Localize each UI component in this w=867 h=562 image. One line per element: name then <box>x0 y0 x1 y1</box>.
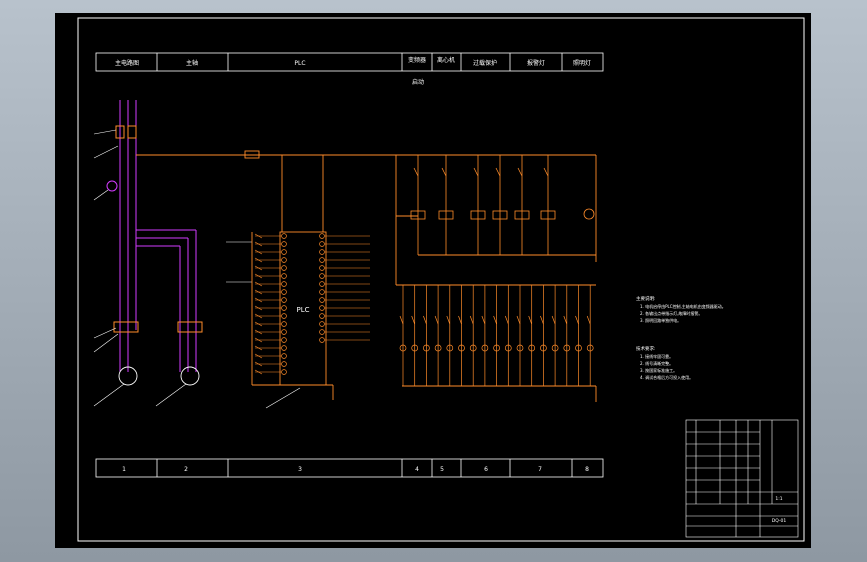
tech-line-2: 2. 线号清晰完整。 <box>640 360 673 366</box>
header-cell-8: 照明灯 <box>573 59 591 67</box>
tech-line-4: 4. 调试合格后方可投入使用。 <box>640 374 693 380</box>
header-cell-1: 主电路图 <box>115 59 139 67</box>
footer-cell-5: 5 <box>440 466 444 473</box>
tech-line-1: 1. 接线牢固可靠。 <box>640 353 673 359</box>
notes-title-2: 技术要求: <box>636 345 656 352</box>
footer-cell-6: 6 <box>484 466 488 473</box>
notes-line-3: 3. 照明回路单独供电。 <box>640 317 681 323</box>
notes-line-1: 1. 电机启停由PLC控制,主轴电机由变频器驱动。 <box>640 303 726 309</box>
footer-cell-7: 7 <box>538 466 542 473</box>
notes-line-2: 2. 各输出点带指示灯,故障时报警。 <box>640 310 702 316</box>
header-cell-6: 过载保护 <box>473 59 497 67</box>
header-cell-3: PLC <box>294 60 305 67</box>
title-block-drawing-no: DQ-01 <box>772 518 787 524</box>
header-subtext: 启动 <box>412 78 424 86</box>
tech-line-3: 3. 按国家标准施工。 <box>640 367 677 373</box>
footer-cell-2: 2 <box>184 466 188 473</box>
footer-cell-4: 4 <box>415 466 419 473</box>
footer-cell-1: 1 <box>122 466 126 473</box>
header-cell-5: 离心机 <box>437 56 455 64</box>
notes-title-1: 主要说明: <box>636 295 656 302</box>
footer-cell-3: 3 <box>298 466 302 473</box>
cad-drawing-canvas: 主电路图 主轴 PLC 变频器 离心机 过载保护 报警灯 照明灯 启动 1 2 … <box>55 13 811 548</box>
header-cell-7: 报警灯 <box>527 59 545 67</box>
title-block-sheet: 1:1 <box>775 496 782 502</box>
footer-cell-8: 8 <box>585 466 589 473</box>
plc-label: PLC <box>296 306 309 314</box>
header-cell-4: 变频器 <box>408 56 426 64</box>
header-cell-2: 主轴 <box>186 59 198 67</box>
